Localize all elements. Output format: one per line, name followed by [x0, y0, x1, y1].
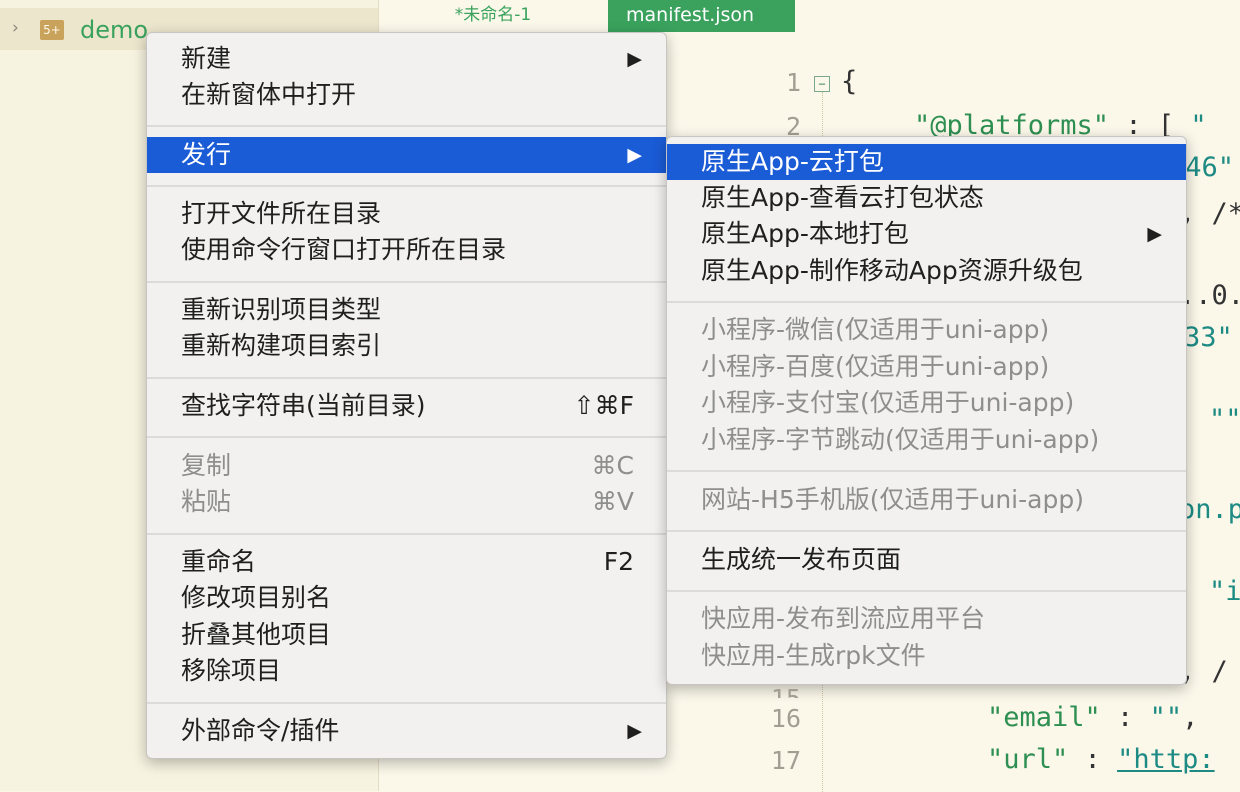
menu-item-publish[interactable]: 发行 ▶ — [147, 137, 666, 173]
code-fragment: "i — [1209, 576, 1240, 607]
menu-item-new[interactable]: 新建 ▶ — [147, 41, 666, 77]
menu-item-miniprogram-baidu: 小程序-百度(仅适用于uni-app) — [701, 352, 1050, 381]
line-number: 17 — [770, 746, 801, 775]
tab-untitled[interactable]: *未命名-1 — [378, 0, 608, 32]
menu-separator — [147, 702, 666, 704]
submenu-arrow-icon: ▶ — [627, 720, 642, 742]
menu-item-unified-release-page[interactable]: 生成统一发布页面 — [667, 542, 1186, 578]
menu-item-copy: 复制 ⌘C — [147, 448, 666, 484]
menu-item-rebuild-index[interactable]: 重新构建项目索引 — [147, 328, 666, 364]
shortcut-label: ⌘V — [591, 487, 634, 516]
menu-item-find-string[interactable]: 查找字符串(当前目录) ⇧⌘F — [147, 388, 666, 424]
code-line: { — [841, 66, 858, 97]
menu-separator — [147, 185, 666, 187]
submenu-arrow-icon: ▶ — [1147, 223, 1162, 245]
menu-item-open-in-terminal[interactable]: 使用命令行窗口打开所在目录 — [147, 232, 666, 268]
menu-item-collapse-others[interactable]: 折叠其他项目 — [147, 617, 666, 653]
menu-item-open-containing-folder[interactable]: 打开文件所在目录 — [147, 196, 666, 232]
menu-item-rename[interactable]: 重命名 F2 — [147, 544, 666, 580]
code-fragment: "" — [1209, 404, 1240, 435]
shortcut-label: ⇧⌘F — [573, 391, 634, 420]
menu-separator — [667, 301, 1186, 303]
project-name: demo — [80, 16, 149, 44]
context-menu: 新建 ▶ 在新窗体中打开 发行 ▶ 打开文件所在目录 使用命令行窗口打开所在目录… — [146, 32, 667, 759]
line-number: 1 — [785, 68, 801, 97]
submenu-arrow-icon: ▶ — [627, 48, 642, 70]
submenu-arrow-icon: ▶ — [627, 144, 642, 166]
project-type-icon: 5+ — [40, 20, 64, 40]
publish-submenu: 原生App-云打包 原生App-查看云打包状态 原生App-本地打包 ▶ 原生A… — [666, 136, 1187, 685]
menu-item-open-in-new-window[interactable]: 在新窗体中打开 — [147, 77, 666, 113]
menu-separator — [667, 590, 1186, 592]
menu-item-quickapp-publish: 快应用-发布到流应用平台 — [701, 604, 986, 633]
chevron-right-icon[interactable]: › — [12, 18, 19, 38]
code-fragment: ..0. — [1179, 280, 1240, 311]
menu-item-redetect-project-type[interactable]: 重新识别项目类型 — [147, 292, 666, 328]
menu-item-external-commands[interactable]: 外部命令/插件 ▶ — [147, 713, 666, 749]
line-number: 15 — [747, 684, 801, 698]
code-line: "url" : "http: — [987, 744, 1215, 775]
menu-item-miniprogram-alipay: 小程序-支付宝(仅适用于uni-app) — [701, 388, 1075, 417]
shortcut-label: F2 — [603, 547, 634, 576]
menu-separator — [147, 125, 666, 127]
menu-item-miniprogram-wechat: 小程序-微信(仅适用于uni-app) — [701, 315, 1050, 344]
menu-item-h5-mobile: 网站-H5手机版(仅适用于uni-app) — [701, 485, 1084, 514]
menu-separator — [147, 436, 666, 438]
menu-item-quickapp-rpk: 快应用-生成rpk文件 — [701, 641, 926, 670]
menu-item-native-app-local-build[interactable]: 原生App-本地打包 ▶ — [667, 216, 1186, 252]
menu-item-native-app-cloud-build[interactable]: 原生App-云打包 — [667, 144, 1186, 180]
menu-item-cloud-build-status[interactable]: 原生App-查看云打包状态 — [667, 180, 1186, 216]
menu-item-paste: 粘贴 ⌘V — [147, 484, 666, 520]
fold-toggle-icon[interactable]: − — [814, 76, 830, 92]
menu-separator — [147, 533, 666, 535]
tab-manifest-json[interactable]: manifest.json — [608, 0, 795, 32]
code-fragment: 33" — [1184, 322, 1233, 353]
code-fragment: , /* — [1179, 198, 1240, 229]
menu-item-remove-project[interactable]: 移除项目 — [147, 653, 666, 689]
menu-separator — [667, 530, 1186, 532]
menu-item-edit-alias[interactable]: 修改项目别名 — [147, 580, 666, 616]
code-line: "email" : "", — [987, 702, 1199, 733]
line-number: 16 — [770, 704, 801, 733]
code-fragment: on.p — [1179, 494, 1240, 525]
menu-item-miniprogram-bytedance: 小程序-字节跳动(仅适用于uni-app) — [701, 425, 1100, 454]
menu-separator — [147, 377, 666, 379]
menu-item-app-resource-upgrade[interactable]: 原生App-制作移动App资源升级包 — [667, 253, 1186, 289]
shortcut-label: ⌘C — [591, 451, 634, 480]
menu-separator — [667, 470, 1186, 472]
menu-separator — [147, 281, 666, 283]
